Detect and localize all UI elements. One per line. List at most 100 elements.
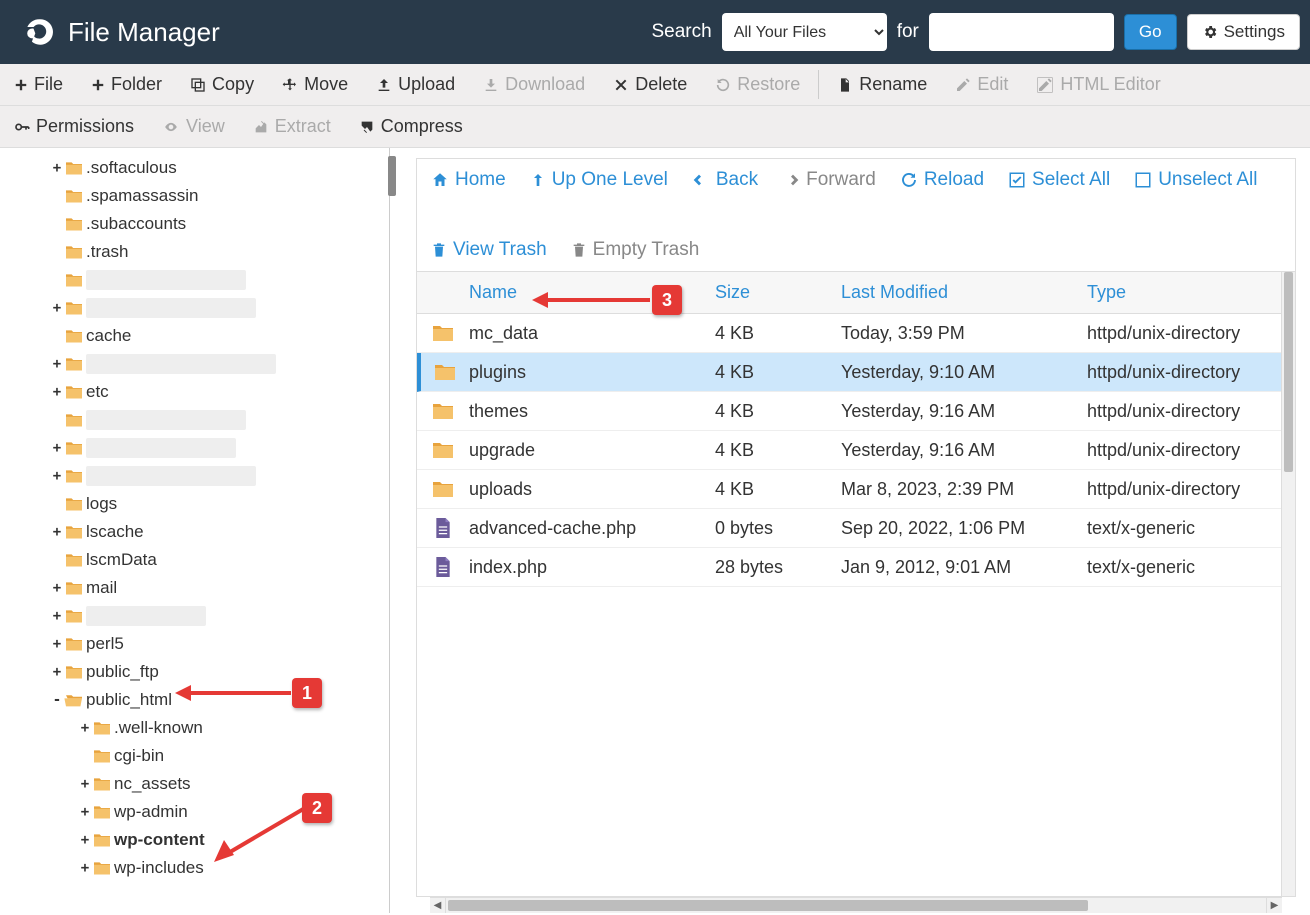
home-button[interactable]: Home [431,169,506,191]
file-type: httpd/unix-directory [1087,323,1281,344]
folder-icon [64,608,86,624]
up-one-level-button[interactable]: Up One Level [530,169,668,191]
tree-item-wp-includes[interactable]: +wp-includes [6,854,389,882]
tree-item-cache[interactable]: +cache [6,322,389,350]
unselect-all-button[interactable]: Unselect All [1134,169,1257,191]
toggle-icon[interactable]: + [50,384,64,400]
empty-trash-button[interactable]: Empty Trash [571,239,700,261]
tree-item[interactable]: + [6,406,389,434]
file-modified: Yesterday, 9:10 AM [841,362,1087,383]
tree-item-nc-assets[interactable]: +nc_assets [6,770,389,798]
forward-button[interactable]: Forward [782,169,876,191]
toggle-icon[interactable]: + [50,608,64,624]
folder-button[interactable]: Folder [77,64,176,105]
file-icon [417,516,469,540]
toggle-icon[interactable]: + [50,300,64,316]
tree-item[interactable]: + [6,434,389,462]
back-button[interactable]: Back [692,169,758,191]
tree-item-lscache[interactable]: +lscache [6,518,389,546]
copy-button[interactable]: Copy [176,64,268,105]
tree-item--subaccounts[interactable]: +.subaccounts [6,210,389,238]
toggle-icon[interactable]: + [50,524,64,540]
file-row-advanced-cache-php[interactable]: advanced-cache.php0 bytesSep 20, 2022, 1… [417,509,1281,548]
tree-item-etc[interactable]: + etc [6,378,389,406]
toggle-icon[interactable]: + [78,804,92,820]
arrow-up-icon [530,171,546,189]
move-button[interactable]: Move [268,64,362,105]
vertical-scrollbar[interactable] [1281,272,1295,896]
tree-item-logs[interactable]: +logs [6,490,389,518]
toggle-icon[interactable]: + [78,776,92,792]
tree-item[interactable]: + [6,294,389,322]
file-row-index-php[interactable]: index.php28 bytesJan 9, 2012, 9:01 AMtex… [417,548,1281,587]
delete-button[interactable]: Delete [599,64,701,105]
horizontal-scrollbar[interactable]: ◀▶ [430,897,1282,913]
toggle-icon[interactable]: + [50,160,64,176]
search-scope-select[interactable]: All Your Files [722,13,887,51]
main-area: +.softaculous+.spamassassin+.subaccounts… [0,148,1310,913]
file-row-mc-data[interactable]: mc_data4 KBToday, 3:59 PMhttpd/unix-dire… [417,314,1281,353]
go-button[interactable]: Go [1124,14,1177,50]
compress-button[interactable]: Compress [345,106,477,147]
file-button[interactable]: File [0,64,77,105]
tree-item[interactable]: + [6,350,389,378]
toggle-icon: + [50,244,64,260]
tree-item--softaculous[interactable]: +.softaculous [6,154,389,182]
file-row-themes[interactable]: themes4 KBYesterday, 9:16 AMhttpd/unix-d… [417,392,1281,431]
toggle-icon[interactable]: + [50,664,64,680]
folder-icon [64,188,86,204]
toggle-icon[interactable]: + [50,580,64,596]
tree-item-perl5[interactable]: +perl5 [6,630,389,658]
toggle-icon[interactable]: + [50,356,64,372]
toggle-icon[interactable]: + [50,636,64,652]
edit-button: Edit [941,64,1022,105]
toggle-icon[interactable]: + [78,860,92,876]
file-list-container: Name Size Last Modified Type mc_data4 KB… [416,271,1296,897]
col-header-size[interactable]: Size [715,282,841,303]
folder-icon [64,244,86,260]
tree-item-wp-content[interactable]: + wp-content [6,826,389,854]
tree-item-cgi-bin[interactable]: +cgi-bin [6,742,389,770]
toggle-icon[interactable]: + [50,440,64,456]
tree-item-lscmdata[interactable]: +lscmData [6,546,389,574]
file-name: advanced-cache.php [469,518,715,539]
tree-item-mail[interactable]: +mail [6,574,389,602]
settings-button[interactable]: Settings [1187,14,1300,50]
file-size: 4 KB [715,440,841,461]
trash-icon [571,241,587,259]
tree-item[interactable]: + [6,266,389,294]
tree-item--trash[interactable]: +.trash [6,238,389,266]
rename-button[interactable]: Rename [823,64,941,105]
tree-item--spamassassin[interactable]: +.spamassassin [6,182,389,210]
toggle-icon: + [50,188,64,204]
select-all-button[interactable]: Select All [1008,169,1110,191]
file-row-upgrade[interactable]: upgrade4 KBYesterday, 9:16 AMhttpd/unix-… [417,431,1281,470]
toggle-icon[interactable]: + [50,468,64,484]
square-icon [1134,171,1152,189]
home-icon [431,171,449,189]
col-header-type[interactable]: Type [1087,282,1281,303]
tree-item--well-known[interactable]: +.well-known [6,714,389,742]
tree-item[interactable]: + [6,462,389,490]
toggle-icon[interactable]: + [78,832,92,848]
search-input[interactable] [929,13,1114,51]
permissions-button[interactable]: Permissions [0,106,148,147]
tree-item-label: wp-content [114,830,205,850]
folder-icon [64,412,86,428]
folder-icon [64,468,86,484]
folder-icon [64,524,86,540]
for-label: for [897,21,919,43]
toggle-icon[interactable]: - [50,692,64,708]
file-row-uploads[interactable]: uploads4 KBMar 8, 2023, 2:39 PMhttpd/uni… [417,470,1281,509]
toggle-icon[interactable]: + [78,720,92,736]
restore-button: Restore [701,64,814,105]
reload-button[interactable]: Reload [900,169,984,191]
view-trash-button[interactable]: View Trash [431,239,547,261]
upload-button[interactable]: Upload [362,64,469,105]
splitter[interactable] [390,148,402,913]
file-row-plugins[interactable]: plugins4 KBYesterday, 9:10 AMhttpd/unix-… [417,353,1281,392]
col-header-modified[interactable]: Last Modified [841,282,1087,303]
tree-item-public-ftp[interactable]: +public_ftp [6,658,389,686]
tree-item[interactable]: + [6,602,389,630]
tree-item-label: etc [86,382,109,402]
